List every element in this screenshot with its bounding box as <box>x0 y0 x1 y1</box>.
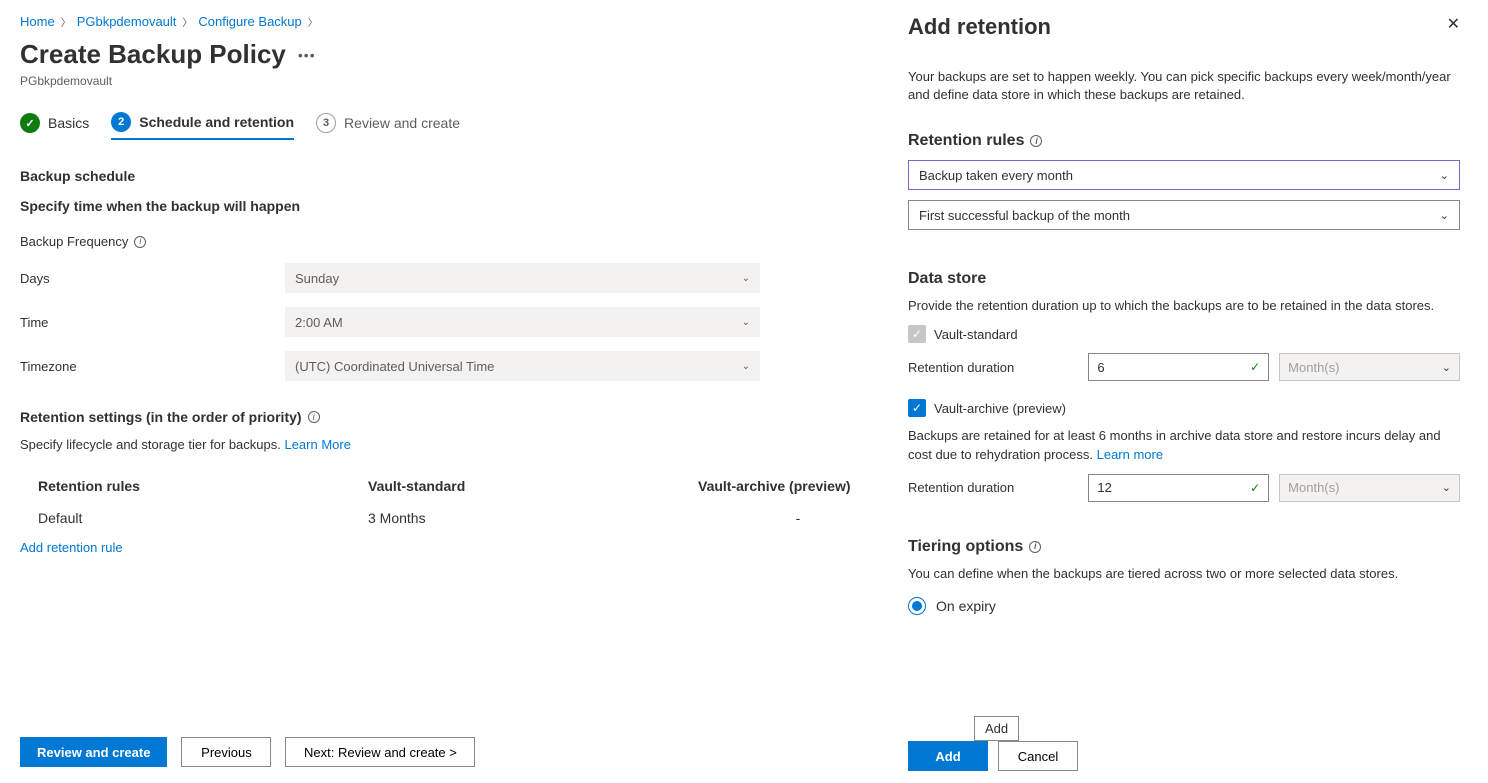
va-duration-input[interactable]: 12✓ <box>1088 474 1269 502</box>
on-expiry-label: On expiry <box>936 598 996 614</box>
add-retention-rule-link[interactable]: Add retention rule <box>20 540 123 555</box>
vault-standard-checkbox: ✓ <box>908 325 926 343</box>
close-icon[interactable]: ✕ <box>1447 14 1460 34</box>
more-icon[interactable]: ••• <box>298 47 316 63</box>
info-icon[interactable] <box>134 236 146 248</box>
info-icon[interactable] <box>1029 541 1041 553</box>
panel-intro: Your backups are set to happen weekly. Y… <box>908 68 1460 104</box>
wizard-steps: ✓ Basics 2 Schedule and retention 3 Revi… <box>20 112 852 140</box>
info-icon[interactable] <box>1030 135 1042 147</box>
timezone-select[interactable]: (UTC) Coordinated Universal Time⌄ <box>285 351 760 381</box>
time-select[interactable]: 2:00 AM⌄ <box>285 307 760 337</box>
backup-schedule-heading: Backup schedule <box>20 168 852 184</box>
page-title: Create Backup Policy <box>20 39 286 70</box>
retention-table: Retention rules Vault-standard Vault-arc… <box>20 474 852 530</box>
on-expiry-radio[interactable] <box>908 597 926 615</box>
tiering-desc: You can define when the backups are tier… <box>908 566 1460 581</box>
retention-rule-select[interactable]: Backup taken every month⌄ <box>908 160 1460 190</box>
step-schedule[interactable]: 2 Schedule and retention <box>111 112 294 140</box>
data-store-desc: Provide the retention duration up to whi… <box>908 298 1460 313</box>
step-label: Review and create <box>344 115 460 131</box>
add-tooltip: Add <box>974 716 1019 741</box>
step-basics[interactable]: ✓ Basics <box>20 113 89 139</box>
breadcrumb-configure[interactable]: Configure Backup <box>198 14 301 29</box>
learn-more-link[interactable]: Learn More <box>284 437 350 452</box>
check-icon: ✓ <box>1250 360 1260 374</box>
tiering-heading: Tiering options <box>908 538 1023 556</box>
chevron-right-icon: 〉 <box>61 14 71 29</box>
days-select[interactable]: Sunday⌄ <box>285 263 760 293</box>
archive-note: Backups are retained for at least 6 mont… <box>908 427 1460 463</box>
breadcrumb-home[interactable]: Home <box>20 14 55 29</box>
breadcrumb: Home 〉 PGbkpdemovault 〉 Configure Backup… <box>20 14 852 29</box>
retention-settings-heading: Retention settings (in the order of prio… <box>20 409 302 425</box>
cell-va: - <box>698 510 898 526</box>
chevron-down-icon: ⌄ <box>742 317 750 328</box>
table-row: Default 3 Months - <box>20 506 852 530</box>
vault-archive-label: Vault-archive (preview) <box>934 401 1066 416</box>
step-review[interactable]: 3 Review and create <box>316 113 460 139</box>
data-store-heading: Data store <box>908 270 986 288</box>
col-rules: Retention rules <box>38 478 368 494</box>
retention-duration-label: Retention duration <box>908 360 1088 375</box>
add-button[interactable]: Add <box>908 741 988 771</box>
step-label: Basics <box>48 115 89 131</box>
col-vault-archive: Vault-archive (preview) <box>698 478 898 494</box>
col-vault-standard: Vault-standard <box>368 478 698 494</box>
page-subtitle: PGbkpdemovault <box>20 74 852 88</box>
retention-subrule-select[interactable]: First successful backup of the month⌄ <box>908 200 1460 230</box>
timezone-label: Timezone <box>20 359 285 374</box>
backup-frequency-label: Backup Frequency <box>20 234 285 249</box>
step-number-icon: 3 <box>316 113 336 133</box>
check-icon: ✓ <box>20 113 40 133</box>
next-button[interactable]: Next: Review and create > <box>285 737 475 767</box>
va-unit-select[interactable]: Month(s)⌄ <box>1279 474 1460 502</box>
info-icon[interactable] <box>308 411 320 423</box>
chevron-down-icon: ⌄ <box>1440 209 1449 222</box>
panel-title: Add retention <box>908 14 1051 40</box>
chevron-down-icon: ⌄ <box>1442 361 1451 374</box>
breadcrumb-vault[interactable]: PGbkpdemovault <box>77 14 177 29</box>
chevron-down-icon: ⌄ <box>1442 481 1451 494</box>
review-create-button[interactable]: Review and create <box>20 737 167 767</box>
time-label: Time <box>20 315 285 330</box>
learn-more-link[interactable]: Learn more <box>1097 447 1163 462</box>
vs-duration-input[interactable]: 6✓ <box>1088 353 1269 381</box>
step-number-icon: 2 <box>111 112 131 132</box>
backup-schedule-sub: Specify time when the backup will happen <box>20 198 852 214</box>
vault-archive-checkbox[interactable]: ✓ <box>908 399 926 417</box>
chevron-down-icon: ⌄ <box>742 361 750 372</box>
check-icon: ✓ <box>1250 481 1260 495</box>
vs-unit-select[interactable]: Month(s)⌄ <box>1279 353 1460 381</box>
chevron-down-icon: ⌄ <box>742 273 750 284</box>
cell-vs: 3 Months <box>368 510 698 526</box>
retention-desc: Specify lifecycle and storage tier for b… <box>20 437 852 452</box>
step-label: Schedule and retention <box>139 114 294 130</box>
chevron-down-icon: ⌄ <box>1440 169 1449 182</box>
cancel-button[interactable]: Cancel <box>998 741 1078 771</box>
cell-rule: Default <box>38 510 368 526</box>
retention-duration-label: Retention duration <box>908 480 1088 495</box>
retention-rules-heading: Retention rules <box>908 132 1024 150</box>
add-retention-panel: Add retention ✕ Your backups are set to … <box>880 0 1488 783</box>
vault-standard-label: Vault-standard <box>934 327 1018 342</box>
chevron-right-icon: 〉 <box>308 14 318 29</box>
previous-button[interactable]: Previous <box>181 737 271 767</box>
days-label: Days <box>20 271 285 286</box>
chevron-right-icon: 〉 <box>182 14 192 29</box>
